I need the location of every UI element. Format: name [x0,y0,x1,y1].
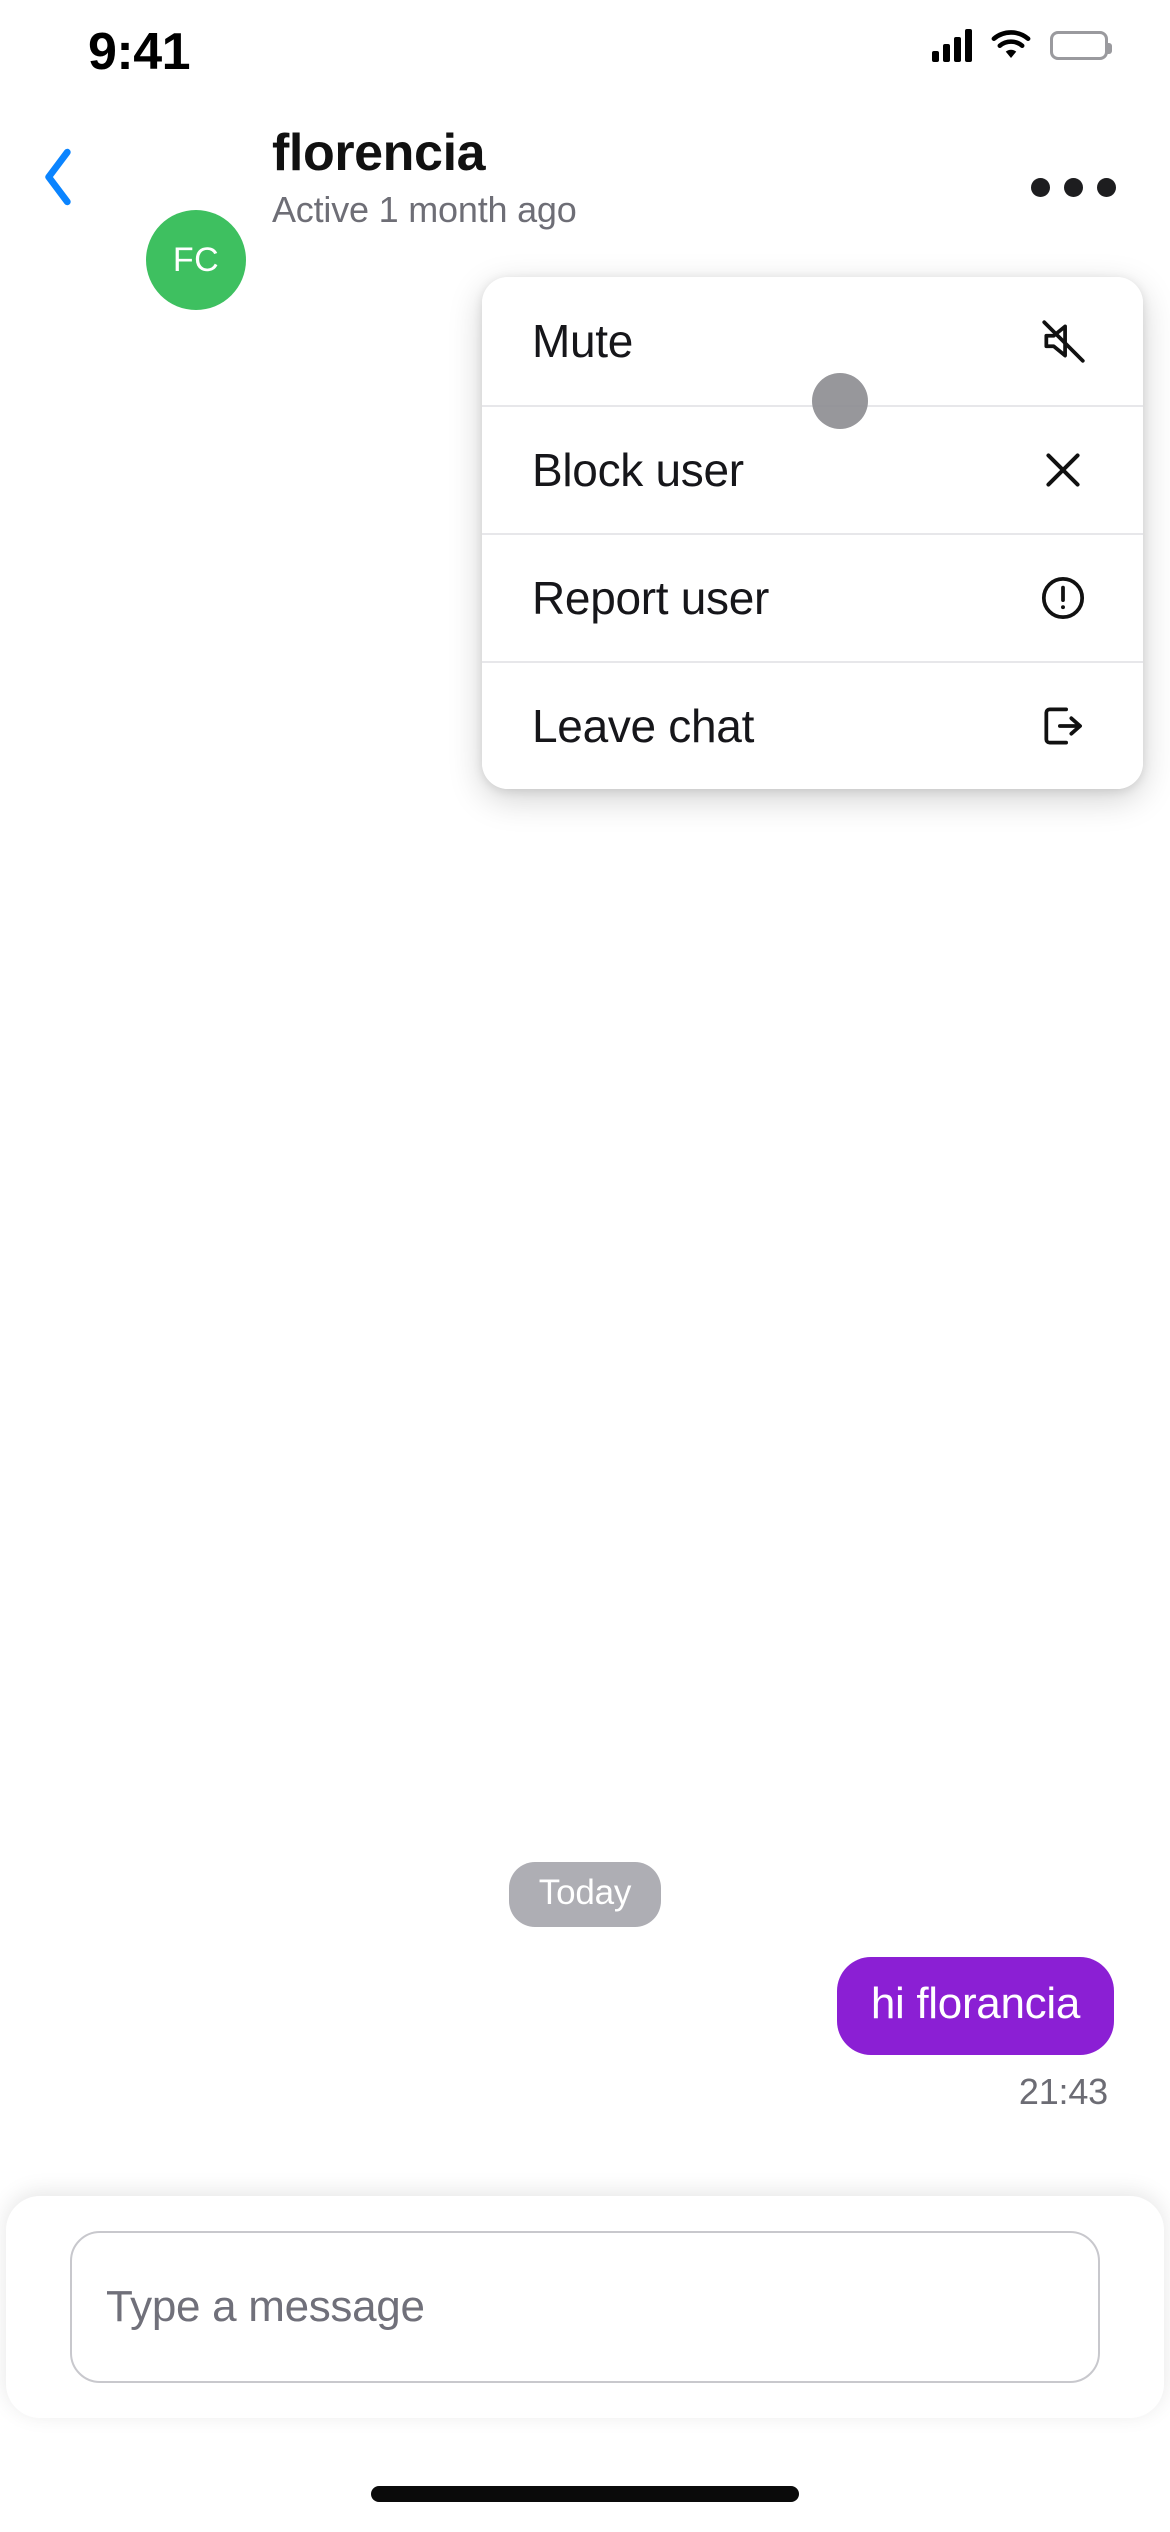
touch-indicator [812,373,868,429]
menu-item-label: Leave chat [532,700,755,752]
status-bar: 9:41 [0,0,1170,100]
battery-full-icon [1050,30,1112,60]
chevron-left-icon [45,148,71,206]
options-dropdown-menu: Mute Block user Report user Leave chat [482,277,1143,789]
chat-title-block[interactable]: florencia Active 1 month ago [272,124,577,231]
close-x-icon [1035,442,1091,498]
cellular-signal-icon [932,28,972,62]
menu-item-mute[interactable]: Mute [482,277,1143,405]
home-indicator [371,2486,799,2502]
day-separator: Today [0,1862,1170,1927]
more-horizontal-icon-dot [1096,177,1116,197]
message-row-outgoing: hi florancia 21:43 [836,1957,1114,2113]
more-options-button[interactable] [1018,152,1128,222]
message-bubble[interactable]: hi florancia [836,1957,1114,2055]
status-bar-time: 9:41 [88,23,191,81]
wifi-icon [991,30,1031,58]
avatar[interactable]: FC [146,210,246,310]
alert-circle-icon [1035,570,1091,626]
logout-icon [1035,698,1091,754]
menu-item-label: Mute [532,315,634,367]
menu-item-label: Report user [532,572,770,624]
menu-item-report-user[interactable]: Report user [482,533,1143,661]
chat-header: FC florencia Active 1 month ago [0,100,1170,310]
more-horizontal-icon-dot [1063,177,1083,197]
contact-name: florencia [272,124,486,182]
back-button[interactable] [18,132,98,222]
bell-mute-icon [1035,313,1091,369]
menu-item-label: Block user [532,444,744,496]
message-timestamp: 21:43 [1018,2071,1108,2112]
menu-item-block-user[interactable]: Block user [482,405,1143,533]
day-separator-label: Today [508,1862,662,1927]
avatar-initials: FC [172,240,220,279]
more-horizontal-icon-dot [1030,177,1050,197]
contact-activity-status: Active 1 month ago [272,189,577,231]
status-bar-indicators [932,28,1112,62]
message-composer [6,2196,1164,2418]
menu-item-leave-chat[interactable]: Leave chat [482,661,1143,789]
message-input[interactable] [70,2231,1100,2383]
chat-screen: 9:41 FC florencia Active 1 month ago Mut… [0,0,1170,2532]
